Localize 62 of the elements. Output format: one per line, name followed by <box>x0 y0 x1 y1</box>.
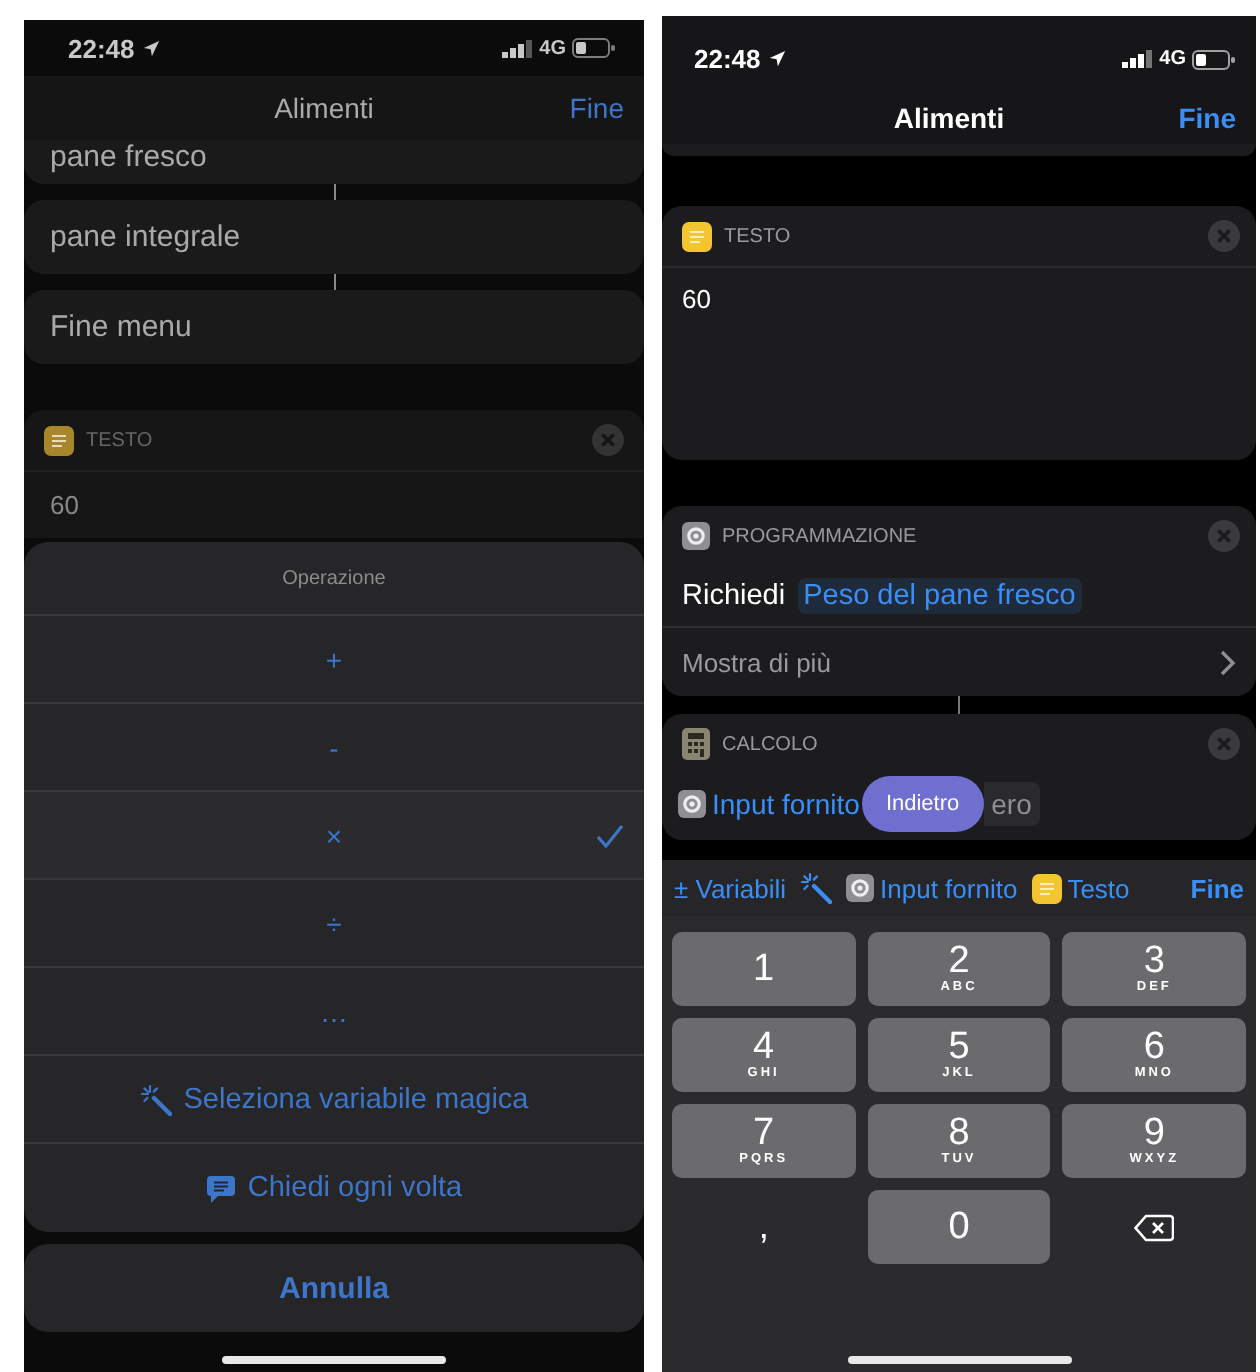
clock-time: 22:48 <box>68 33 135 63</box>
menu-block: pane fresco <box>24 140 644 184</box>
show-more-button[interactable]: Mostra di più <box>662 628 1256 696</box>
close-icon[interactable] <box>1208 520 1240 552</box>
variables-button[interactable]: ± Variabili <box>674 873 787 903</box>
chat-bubble-icon <box>205 1173 236 1203</box>
signal-icon <box>501 39 534 57</box>
back-tooltip[interactable]: Indietro <box>861 776 984 832</box>
operation-option[interactable]: ÷ <box>24 880 644 968</box>
backspace-icon <box>1134 1213 1175 1241</box>
keypad-key[interactable]: 1 <box>672 932 856 1006</box>
signal-icon <box>1121 50 1154 68</box>
keypad-key[interactable]: 0 <box>867 1190 1051 1264</box>
location-arrow-icon <box>768 50 787 68</box>
text-value: 60 <box>48 488 81 524</box>
network-type: 4G <box>1159 48 1186 70</box>
close-icon[interactable] <box>1208 728 1240 760</box>
close-icon[interactable] <box>1208 220 1240 252</box>
done-button[interactable]: Fine <box>569 92 624 124</box>
menu-block: pane integrale <box>24 200 644 274</box>
done-button[interactable]: Fine <box>1190 873 1244 903</box>
magic-variable-button[interactable]: Seleziona variabile magica <box>24 1056 644 1144</box>
location-arrow-icon <box>142 39 161 57</box>
calculator-icon <box>682 728 710 760</box>
gear-icon <box>678 790 706 818</box>
clock-time: 22:48 <box>694 44 761 74</box>
gear-icon <box>846 874 875 902</box>
text-icon <box>44 425 74 455</box>
network-type: 4G <box>539 37 566 59</box>
text-icon <box>1031 873 1062 903</box>
gear-icon <box>682 522 710 550</box>
number-token[interactable]: ero <box>983 782 1040 826</box>
ask-each-time-button[interactable]: Chiedi ogni volta <box>24 1144 644 1232</box>
battery-icon <box>572 38 616 58</box>
chevron-icon <box>1220 649 1236 675</box>
action-title: TESTO <box>86 429 153 451</box>
ask-label: Richiedi <box>682 580 786 612</box>
screen-title: Alimenti <box>274 92 374 124</box>
operation-option[interactable]: × <box>24 792 644 880</box>
action-title: PROGRAMMAZIONE <box>722 525 917 547</box>
variable-token[interactable]: Input fornito <box>678 788 860 820</box>
prompt-token[interactable]: Peso del pane fresco <box>797 578 1082 614</box>
comma-key[interactable]: , <box>672 1190 856 1264</box>
variable-token[interactable]: Testo <box>1031 873 1130 903</box>
magic-variable-button[interactable] <box>800 872 833 904</box>
checkmark-icon <box>596 824 624 848</box>
menu-block: Fine menu <box>24 290 644 364</box>
action-title: TESTO <box>724 225 791 247</box>
wand-icon <box>139 1083 172 1115</box>
operation-option[interactable]: + <box>24 616 644 704</box>
operation-option[interactable]: … <box>24 968 644 1056</box>
sheet-title: Operazione <box>24 542 644 616</box>
text-icon <box>682 221 712 251</box>
screen-title: Alimenti <box>893 101 1005 133</box>
close-icon[interactable] <box>592 424 624 456</box>
battery-icon <box>1192 49 1236 69</box>
action-title: CALCOLO <box>722 733 818 755</box>
wand-icon <box>800 872 833 904</box>
variable-token[interactable]: Input fornito <box>846 873 1018 903</box>
text-value: 60 <box>680 282 713 318</box>
done-button[interactable]: Fine <box>1178 101 1236 133</box>
cancel-button[interactable]: Annulla <box>24 1244 644 1332</box>
